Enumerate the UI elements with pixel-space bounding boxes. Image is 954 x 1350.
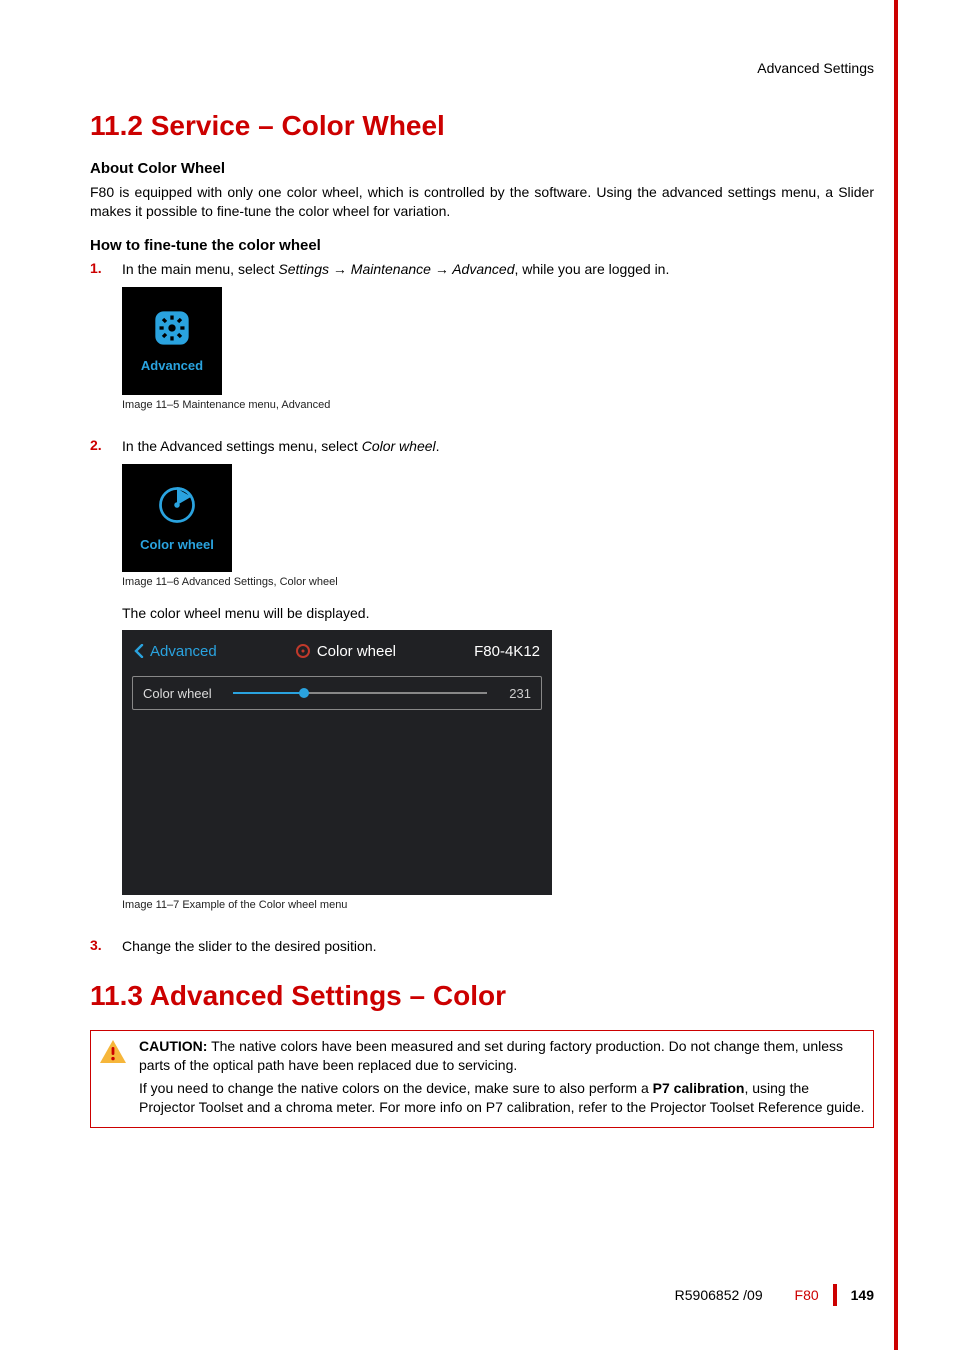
color-wheel-tile[interactable]: Color wheel [122, 464, 232, 572]
image-caption-11-5: Image 11–5 Maintenance menu, Advanced [122, 399, 874, 411]
menu-model: F80-4K12 [474, 643, 540, 660]
section-heading-11-3: 11.3 Advanced Settings – Color [90, 980, 874, 1012]
step-1: 1. In the main menu, select Settings → M… [90, 260, 874, 427]
image-caption-11-6: Image 11–6 Advanced Settings, Color whee… [122, 576, 874, 588]
color-wheel-menu: Advanced Color wheel F80-4K12 Color whee… [122, 630, 552, 895]
step-2: 2. In the Advanced settings menu, select… [90, 437, 874, 928]
step-1-text: In the main menu, select Settings → Main… [122, 260, 874, 279]
step-number: 2. [90, 437, 108, 928]
caution-label: CAUTION: [139, 1038, 207, 1054]
about-heading: About Color Wheel [90, 160, 874, 177]
slider-label: Color wheel [143, 686, 223, 701]
caution-text: CAUTION: The native colors have been mea… [139, 1037, 865, 1121]
menu-header: Advanced Color wheel F80-4K12 [122, 630, 552, 672]
page-footer: R5906852 /09 F80 149 [675, 1284, 874, 1306]
slider-fill [233, 692, 304, 694]
about-body: F80 is equipped with only one color whee… [90, 183, 874, 221]
slider-value: 231 [497, 686, 531, 701]
step-1-pre: In the main menu, select [122, 261, 278, 277]
step-3: 3. Change the slider to the desired posi… [90, 937, 874, 956]
gear-icon [152, 308, 192, 348]
caution-p2-bold: P7 calibration [653, 1080, 745, 1096]
footer-separator [833, 1284, 837, 1306]
warning-icon [99, 1039, 127, 1065]
color-wheel-tile-label: Color wheel [140, 537, 214, 552]
step-number: 1. [90, 260, 108, 427]
doc-number: R5906852 /09 [675, 1287, 763, 1303]
advanced-tile-label: Advanced [141, 358, 203, 373]
step-2-path: Color wheel [362, 438, 436, 454]
slider-track[interactable] [233, 692, 487, 694]
step-2-post: . [436, 438, 440, 454]
step-1-path: Settings → Maintenance → Advanced [278, 261, 514, 277]
step-2-note: The color wheel menu will be displayed. [122, 604, 874, 623]
color-wheel-small-icon [295, 643, 311, 659]
caution-p1: The native colors have been measured and… [139, 1038, 843, 1073]
step-3-text: Change the slider to the desired positio… [122, 937, 874, 956]
caution-p2-pre: If you need to change the native colors … [139, 1080, 653, 1096]
steps-list: 1. In the main menu, select Settings → M… [90, 260, 874, 957]
step-2-text: In the Advanced settings menu, select Co… [122, 437, 874, 456]
advanced-tile[interactable]: Advanced [122, 287, 222, 395]
menu-title: Color wheel [317, 643, 396, 660]
step-2-pre: In the Advanced settings menu, select [122, 438, 362, 454]
menu-back-button[interactable]: Advanced [134, 643, 217, 660]
footer-model: F80 [795, 1287, 819, 1303]
color-wheel-slider-row[interactable]: Color wheel 231 [132, 676, 542, 710]
caution-box: CAUTION: The native colors have been mea… [90, 1030, 874, 1128]
page-content: Advanced Settings 11.2 Service – Color W… [0, 0, 954, 1350]
step-number: 3. [90, 937, 108, 956]
slider-thumb[interactable] [299, 688, 309, 698]
breadcrumb: Advanced Settings [90, 60, 874, 76]
section-heading-11-2: 11.2 Service – Color Wheel [90, 110, 874, 142]
howto-heading: How to fine-tune the color wheel [90, 237, 874, 254]
color-wheel-icon [155, 483, 199, 527]
menu-back-label: Advanced [150, 643, 217, 660]
image-caption-11-7: Image 11–7 Example of the Color wheel me… [122, 899, 874, 911]
step-1-post: , while you are logged in. [514, 261, 669, 277]
page-number: 149 [851, 1287, 874, 1303]
chevron-left-icon [134, 644, 144, 658]
